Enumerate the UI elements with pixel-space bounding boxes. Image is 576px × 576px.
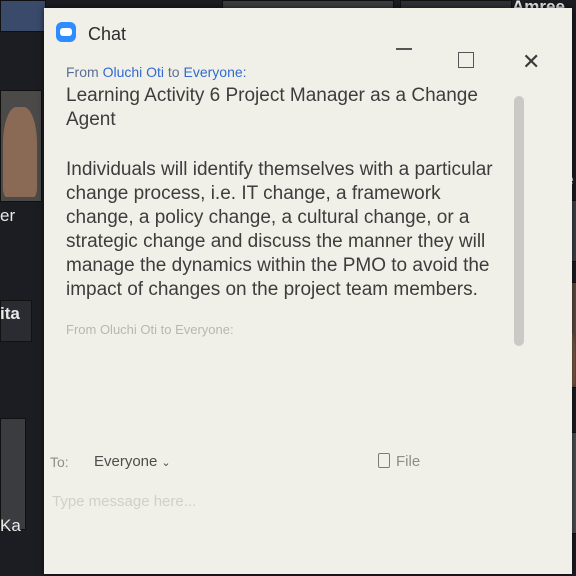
chat-window: Chat ✕ From Oluchi Oti to Everyone: Lear…: [44, 8, 572, 574]
file-icon: [378, 453, 390, 468]
zoom-chat-icon: [56, 22, 76, 42]
file-label: File: [396, 453, 421, 470]
recipient-name[interactable]: Everyone:: [184, 64, 247, 80]
message-sender: From Oluchi Oti to Everyone:: [66, 322, 234, 337]
message-text: Learning Activity 6 Project Manager as a…: [66, 85, 478, 130]
participant-avatar: [3, 107, 37, 197]
participant-name: ita: [0, 304, 20, 323]
chevron-down-icon: ⌄: [161, 457, 171, 469]
video-tile: [0, 90, 42, 202]
chat-titlebar[interactable]: Chat: [44, 8, 572, 48]
video-tile: [0, 0, 46, 32]
compose-toolbar: To: Everyone ⌄ File: [50, 450, 470, 476]
sender-prefix: From: [66, 64, 99, 80]
participant-name: Ka: [0, 516, 21, 535]
message-sender: From Oluchi Oti to Everyone:: [66, 64, 506, 80]
close-icon[interactable]: ✕: [522, 51, 540, 73]
chat-message: From Oluchi Oti to Everyone: Learning Ac…: [66, 64, 506, 302]
message-text: Individuals will identify themselves wit…: [66, 159, 493, 300]
minimize-icon[interactable]: [396, 48, 412, 50]
to-label: To:: [50, 454, 69, 470]
participant-name: er: [0, 206, 16, 225]
recipient-value: Everyone: [94, 453, 158, 470]
message-list: From Oluchi Oti to Everyone: Learning Ac…: [66, 64, 506, 337]
sender-mid: to: [167, 64, 180, 80]
window-title: Chat: [88, 24, 127, 44]
recipient-dropdown[interactable]: Everyone ⌄: [94, 453, 171, 470]
chat-scrollbar[interactable]: [514, 96, 524, 346]
sender-name[interactable]: Oluchi Oti: [103, 64, 164, 80]
message-input[interactable]: [50, 488, 454, 514]
video-tile: [0, 418, 26, 530]
file-button[interactable]: File: [378, 453, 420, 470]
